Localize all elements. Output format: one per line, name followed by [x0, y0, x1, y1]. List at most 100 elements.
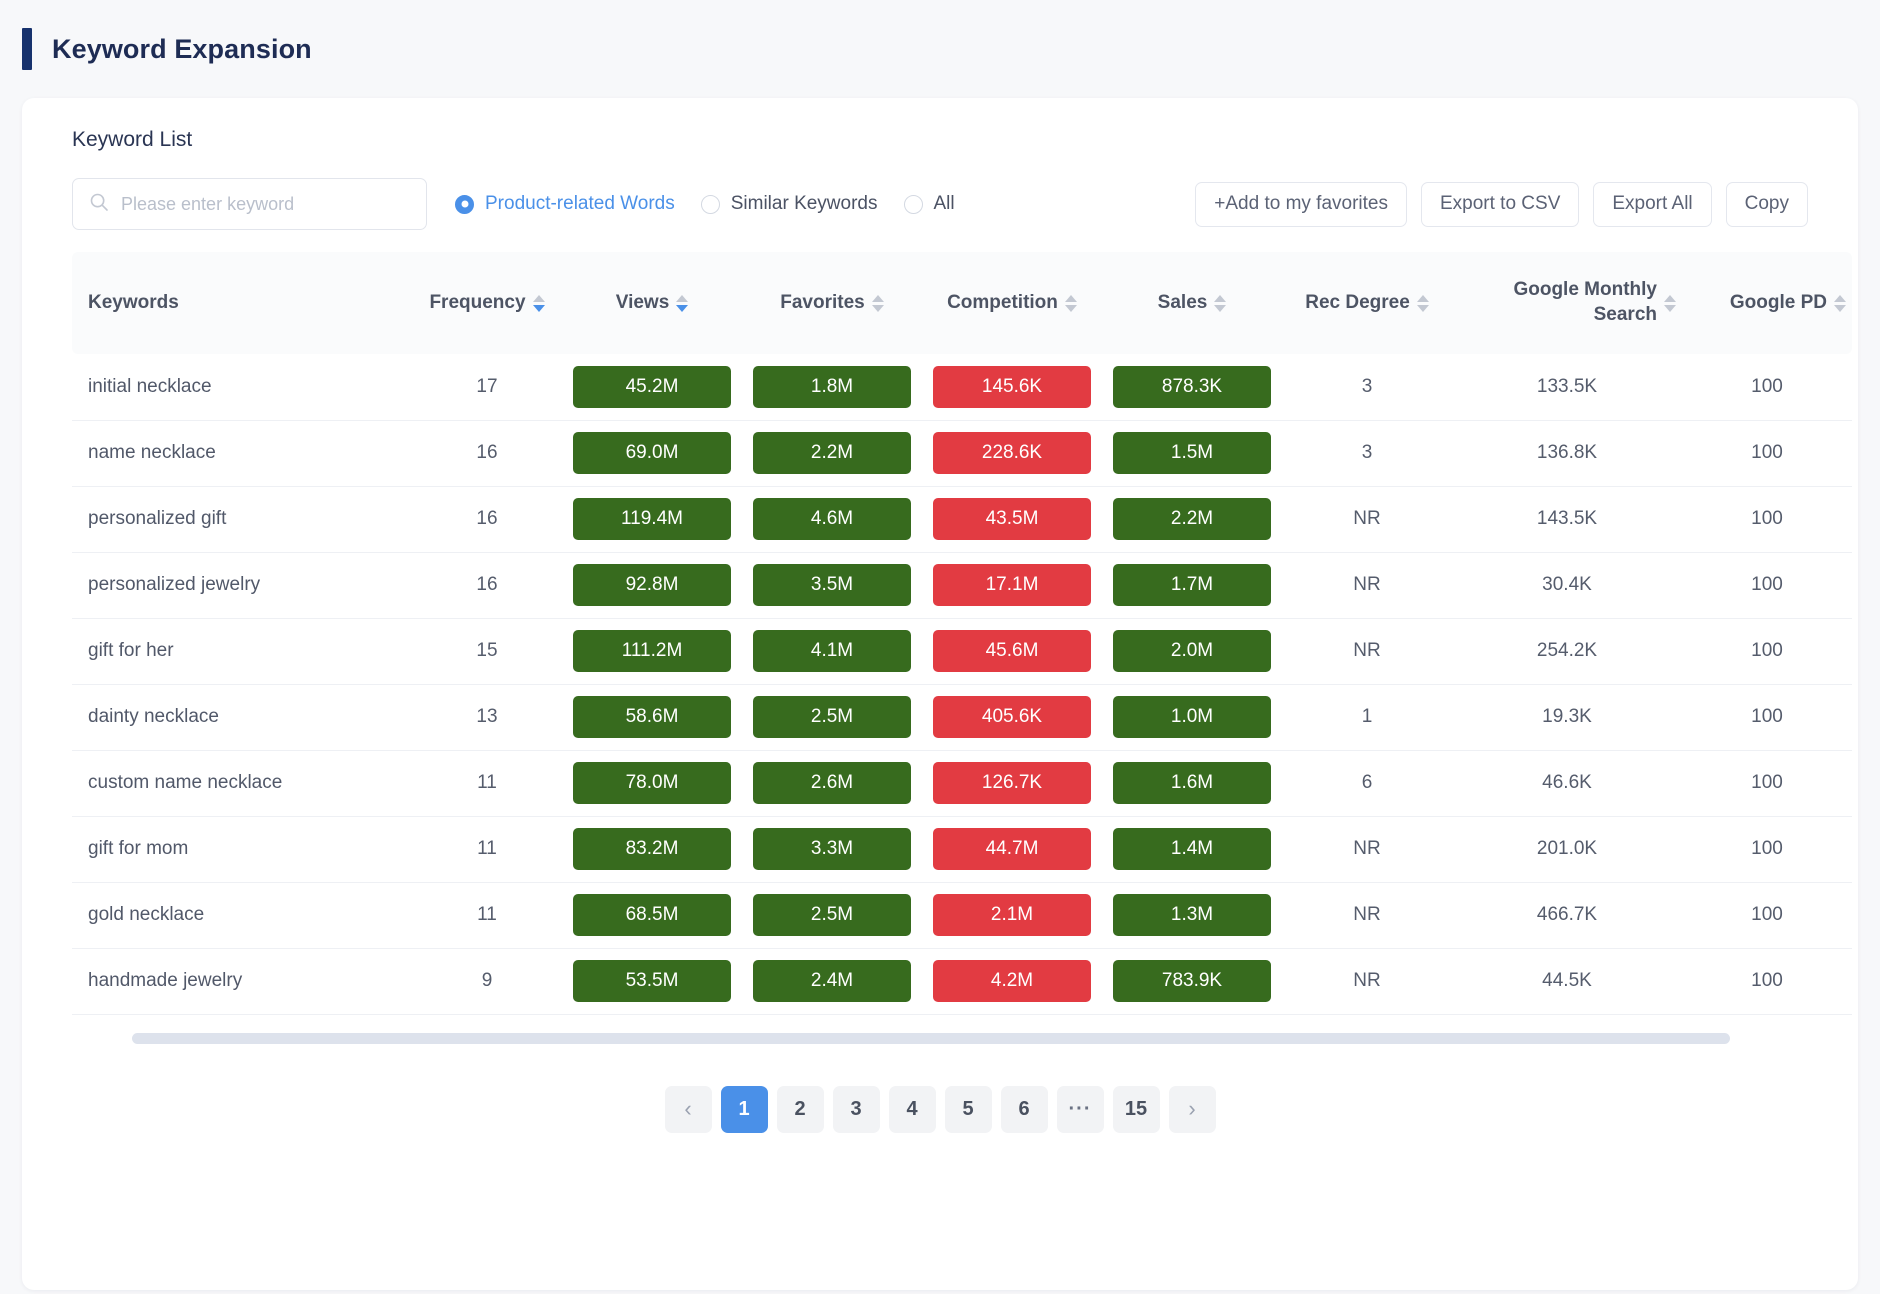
cell-sales: 783.9K	[1102, 948, 1282, 1014]
table-row[interactable]: personalized gift16119.4M4.6M43.5M2.2MNR…	[72, 486, 1852, 552]
cell-frequency: 15	[412, 618, 562, 684]
views-badge: 45.2M	[573, 366, 731, 408]
pagination-page-5[interactable]: 5	[945, 1086, 992, 1133]
cell-competition: 17.1M	[922, 552, 1102, 618]
search-box[interactable]	[72, 178, 427, 230]
sort-arrows-icon[interactable]	[872, 295, 884, 312]
column-header-keywords: Keywords	[72, 252, 412, 354]
pagination-ellipsis: ···	[1057, 1086, 1104, 1133]
column-header-views[interactable]: Views	[562, 252, 742, 354]
sort-arrows-icon[interactable]	[1834, 295, 1846, 312]
column-label: Google Monthly Search	[1458, 278, 1657, 327]
cell-google-pd: 100	[1682, 948, 1852, 1014]
radio-all[interactable]: All	[904, 193, 955, 215]
sort-arrows-icon[interactable]	[1214, 295, 1226, 312]
cell-google-monthly-search: 133.5K	[1452, 354, 1682, 420]
search-input[interactable]	[121, 194, 410, 215]
table-row[interactable]: gift for her15111.2M4.1M45.6M2.0MNR254.2…	[72, 618, 1852, 684]
pagination: ‹123456···15›	[22, 1086, 1858, 1133]
column-header-google-pd[interactable]: Google PD	[1682, 252, 1852, 354]
export-to-csv-button[interactable]: Export to CSV	[1421, 182, 1579, 227]
sort-arrows-icon[interactable]	[676, 295, 688, 312]
pagination-prev-button[interactable]: ‹	[665, 1086, 712, 1133]
cell-views: 58.6M	[562, 684, 742, 750]
toolbar: Product-related Words Similar Keywords A…	[22, 178, 1858, 230]
cell-frequency: 11	[412, 816, 562, 882]
cell-keyword: personalized jewelry	[72, 552, 412, 618]
column-header-frequency[interactable]: Frequency	[412, 252, 562, 354]
competition-badge: 126.7K	[933, 762, 1091, 804]
favorites-badge: 2.6M	[753, 762, 911, 804]
sort-arrows-icon[interactable]	[533, 295, 545, 312]
sales-badge: 1.0M	[1113, 696, 1271, 738]
cell-rec-degree: NR	[1282, 816, 1452, 882]
column-header-favorites[interactable]: Favorites	[742, 252, 922, 354]
table-row[interactable]: personalized jewelry1692.8M3.5M17.1M1.7M…	[72, 552, 1852, 618]
table-row[interactable]: handmade jewelry953.5M2.4M4.2M783.9KNR44…	[72, 948, 1852, 1014]
cell-views: 83.2M	[562, 816, 742, 882]
add-to-favorites-button[interactable]: +Add to my favorites	[1195, 182, 1407, 227]
cell-views: 92.8M	[562, 552, 742, 618]
competition-badge: 44.7M	[933, 828, 1091, 870]
pagination-page-1[interactable]: 1	[721, 1086, 768, 1133]
pagination-page-15[interactable]: 15	[1113, 1086, 1160, 1133]
pagination-page-3[interactable]: 3	[833, 1086, 880, 1133]
cell-frequency: 11	[412, 882, 562, 948]
table-row[interactable]: custom name necklace1178.0M2.6M126.7K1.6…	[72, 750, 1852, 816]
pagination-page-4[interactable]: 4	[889, 1086, 936, 1133]
cell-google-monthly-search: 466.7K	[1452, 882, 1682, 948]
scrollbar-thumb[interactable]	[132, 1033, 1730, 1044]
column-header-rec-degree[interactable]: Rec Degree	[1282, 252, 1452, 354]
radio-product-related-words[interactable]: Product-related Words	[455, 193, 675, 215]
pagination-page-2[interactable]: 2	[777, 1086, 824, 1133]
search-icon	[89, 192, 109, 217]
column-header-sales[interactable]: Sales	[1102, 252, 1282, 354]
column-header-google-monthly-search[interactable]: Google Monthly Search	[1452, 252, 1682, 354]
table-row[interactable]: gold necklace1168.5M2.5M2.1M1.3MNR466.7K…	[72, 882, 1852, 948]
sort-arrows-icon[interactable]	[1664, 295, 1676, 312]
views-badge: 68.5M	[573, 894, 731, 936]
radio-dot-icon	[904, 195, 923, 214]
cell-frequency: 17	[412, 354, 562, 420]
column-label: Frequency	[429, 291, 525, 316]
column-label: Sales	[1158, 291, 1208, 316]
radio-label: Product-related Words	[485, 193, 675, 215]
copy-button[interactable]: Copy	[1726, 182, 1808, 227]
sales-badge: 1.6M	[1113, 762, 1271, 804]
cell-google-pd: 100	[1682, 486, 1852, 552]
table-row[interactable]: dainty necklace1358.6M2.5M405.6K1.0M119.…	[72, 684, 1852, 750]
competition-badge: 2.1M	[933, 894, 1091, 936]
cell-competition: 145.6K	[922, 354, 1102, 420]
export-all-button[interactable]: Export All	[1593, 182, 1711, 227]
views-badge: 119.4M	[573, 498, 731, 540]
cell-google-pd: 100	[1682, 684, 1852, 750]
favorites-badge: 2.5M	[753, 696, 911, 738]
cell-rec-degree: NR	[1282, 486, 1452, 552]
column-label: Favorites	[780, 291, 864, 316]
pagination-next-button[interactable]: ›	[1169, 1086, 1216, 1133]
cell-google-pd: 100	[1682, 882, 1852, 948]
sort-arrows-icon[interactable]	[1417, 295, 1429, 312]
sales-badge: 1.7M	[1113, 564, 1271, 606]
table-row[interactable]: initial necklace1745.2M1.8M145.6K878.3K3…	[72, 354, 1852, 420]
sales-badge: 1.4M	[1113, 828, 1271, 870]
horizontal-scrollbar[interactable]	[72, 1033, 1808, 1044]
cell-favorites: 1.8M	[742, 354, 922, 420]
radio-label: All	[934, 193, 955, 215]
sort-arrows-icon[interactable]	[1065, 295, 1077, 312]
views-badge: 58.6M	[573, 696, 731, 738]
cell-favorites: 3.5M	[742, 552, 922, 618]
pagination-page-6[interactable]: 6	[1001, 1086, 1048, 1133]
cell-frequency: 9	[412, 948, 562, 1014]
radio-similar-keywords[interactable]: Similar Keywords	[701, 193, 878, 215]
table-row[interactable]: name necklace1669.0M2.2M228.6K1.5M3136.8…	[72, 420, 1852, 486]
sales-badge: 1.3M	[1113, 894, 1271, 936]
cell-sales: 2.0M	[1102, 618, 1282, 684]
favorites-badge: 2.5M	[753, 894, 911, 936]
table-row[interactable]: gift for mom1183.2M3.3M44.7M1.4MNR201.0K…	[72, 816, 1852, 882]
views-badge: 83.2M	[573, 828, 731, 870]
competition-badge: 405.6K	[933, 696, 1091, 738]
favorites-badge: 1.8M	[753, 366, 911, 408]
cell-competition: 2.1M	[922, 882, 1102, 948]
column-header-competition[interactable]: Competition	[922, 252, 1102, 354]
